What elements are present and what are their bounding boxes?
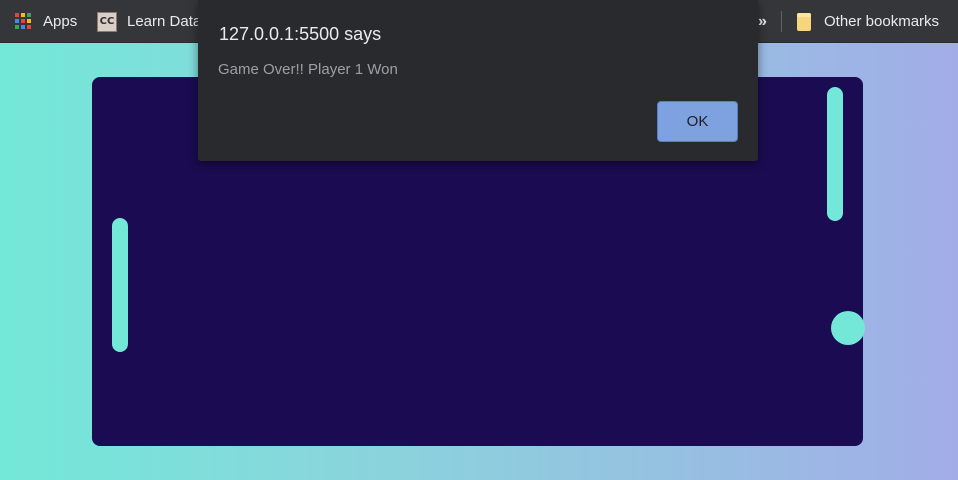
apps-grid-icon bbox=[15, 13, 32, 30]
folder-icon bbox=[797, 12, 811, 31]
bookmark-other-bookmarks[interactable]: Other bookmarks bbox=[797, 0, 939, 43]
bookmark-learn-data[interactable]: CC Learn Data bbox=[97, 0, 201, 43]
alert-message: Game Over!! Player 1 Won bbox=[218, 61, 398, 78]
ok-button[interactable]: OK bbox=[657, 101, 738, 142]
bookmark-learn-data-label: Learn Data bbox=[127, 13, 202, 30]
bookmark-other-label: Other bookmarks bbox=[824, 13, 940, 30]
bookmark-apps-label: Apps bbox=[43, 13, 78, 30]
learn-data-icon: CC bbox=[97, 11, 117, 32]
bookmarks-divider bbox=[781, 11, 782, 32]
bookmarks-overflow-button[interactable]: » bbox=[758, 0, 767, 43]
player-2-paddle bbox=[827, 87, 843, 221]
alert-dialog: 127.0.0.1:5500 says Game Over!! Player 1… bbox=[198, 0, 758, 161]
ball bbox=[831, 311, 865, 345]
alert-title: 127.0.0.1:5500 says bbox=[219, 24, 382, 44]
bookmark-apps[interactable]: Apps bbox=[15, 0, 77, 43]
player-1-paddle bbox=[112, 218, 128, 352]
